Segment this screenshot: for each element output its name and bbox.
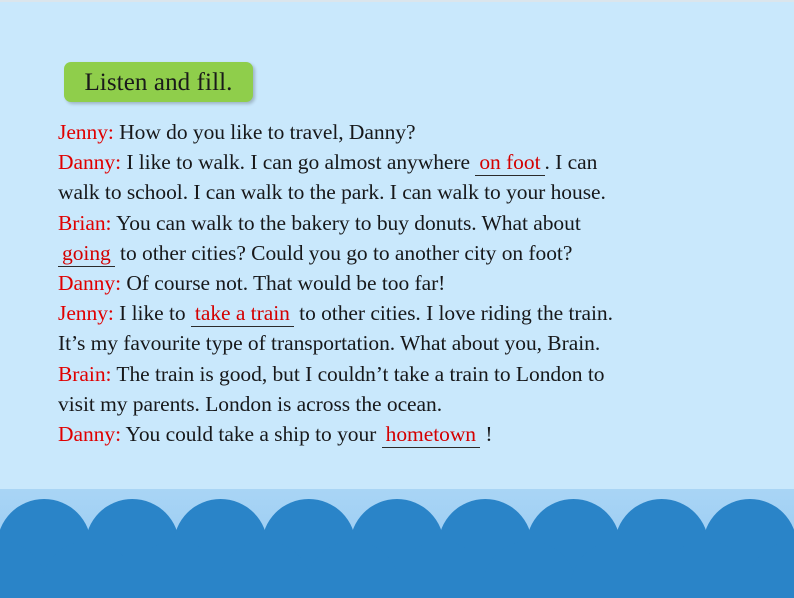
dialogue-line: Danny: I like to walk. I can go almost a… [58,147,758,177]
dialogue-block: Jenny: How do you like to travel, Danny?… [58,117,758,449]
dialogue-text: I like to [113,301,191,326]
speaker-label: Brian: [58,210,112,235]
dialogue-text: How do you like to travel, Danny? [113,120,416,144]
dialogue-line: visit my parents. London is across the o… [58,389,758,419]
answer-blank[interactable]: hometown [381,422,480,449]
dialogue-text: to other cities. I love riding the train… [293,301,613,326]
slide-background-bottom [0,489,794,598]
speaker-label: Jenny: [58,120,114,144]
speaker-label: Danny: [58,422,121,447]
dialogue-line: Danny: Of course not. That would be too … [58,268,758,298]
dialogue-line: Brain: The train is good, but I couldn’t… [58,359,758,389]
dialogue-line: Brian: You can walk to the bakery to buy… [58,208,758,238]
dialogue-text: Of course not. That would be too far! [121,271,446,296]
answer-blank[interactable]: going [58,241,115,267]
speaker-label: Danny: [58,150,121,175]
dialogue-text: . I can [544,150,598,175]
dialogue-text: to other cities? Could you go to another… [114,240,573,265]
dialogue-text: walk to school. I can walk to the park. … [58,180,606,205]
title-chip: Listen and fill. [64,62,253,102]
dialogue-line: Jenny: How do you like to travel, Danny? [58,117,758,147]
speaker-label: Danny: [58,271,121,296]
dialogue-line: Jenny: I like to take a train to other c… [58,298,758,328]
slide-canvas: Listen and fill. Jenny: How do you like … [0,0,794,598]
dialogue-line: going to other cities? Could you go to a… [58,238,758,268]
answer-blank[interactable]: take a train [190,301,294,328]
dialogue-text: visit my parents. London is across the o… [58,391,443,416]
title-chip-label: Listen and fill. [84,68,233,96]
dialogue-text: I like to walk. I can go almost anywhere [121,150,476,175]
dialogue-text: The train is good, but I couldn’t take a… [111,361,605,386]
dialogue-text: ! [480,422,493,447]
speaker-label: Brain: [58,361,112,386]
dialogue-text: You could take a ship to your [121,422,382,447]
speaker-label: Jenny: [58,301,114,326]
dialogue-line: Danny: You could take a ship to your hom… [58,419,758,449]
dialogue-text: It’s my favourite type of transportation… [58,331,601,356]
dialogue-line: walk to school. I can walk to the park. … [58,177,758,207]
dialogue-text: You can walk to the bakery to buy donuts… [111,210,581,235]
dialogue-line: It’s my favourite type of transportation… [58,328,758,358]
answer-blank[interactable]: on foot [475,150,545,177]
